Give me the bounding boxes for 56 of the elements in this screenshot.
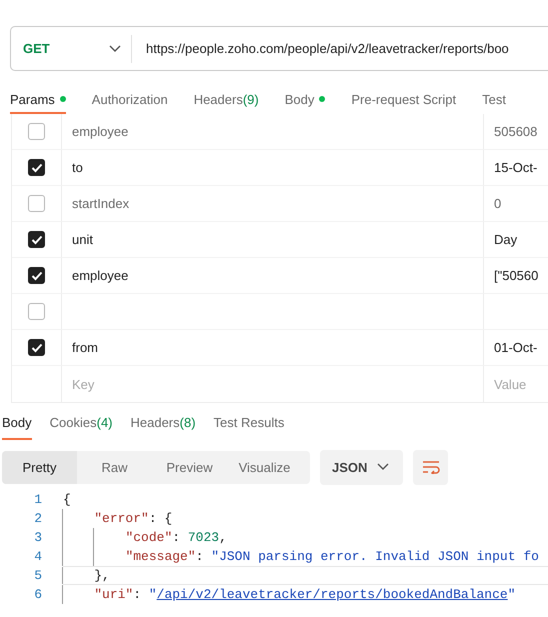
param-value[interactable]: 505608 xyxy=(494,124,538,139)
chevron-down-icon xyxy=(109,44,121,52)
param-key[interactable]: employee xyxy=(72,124,128,139)
line-number: 2 xyxy=(33,510,43,528)
tab[interactable]: Pre-request Script xyxy=(351,86,456,114)
tab[interactable]: Params xyxy=(10,86,66,114)
url-field[interactable]: https://people.zoho.com/people/api/v2/leavetracker/reports/boo xyxy=(132,41,509,56)
view-mode-tab[interactable]: Raw xyxy=(77,450,152,484)
checkbox[interactable] xyxy=(28,267,45,284)
checkbox[interactable] xyxy=(28,339,45,356)
wrap-button[interactable] xyxy=(413,450,448,484)
param-value[interactable]: 01-Oct- xyxy=(494,340,538,355)
tab[interactable]: Body xyxy=(284,86,326,114)
param-value[interactable]: Day xyxy=(494,232,518,247)
param-key[interactable]: unit xyxy=(72,232,93,247)
param-key[interactable]: startIndex xyxy=(72,196,130,211)
checkbox[interactable] xyxy=(28,195,45,212)
code-line: "code": 7023, xyxy=(63,528,548,547)
view-mode-tab[interactable]: Pretty xyxy=(2,450,77,484)
wrap-lines-icon xyxy=(422,460,440,474)
code-line: "error": { xyxy=(63,509,548,528)
view-mode-tab[interactable]: Preview xyxy=(152,450,227,484)
code-line: "uri": "/api/v2/leavetracker/reports/bookedAndBalance" xyxy=(63,585,548,604)
line-number: 6 xyxy=(33,586,43,604)
method-dropdown[interactable]: GET xyxy=(11,34,131,64)
param-value[interactable]: ["50560 xyxy=(494,268,538,283)
param-key[interactable]: from xyxy=(72,340,98,355)
checkbox[interactable] xyxy=(28,159,45,176)
view-mode-tab[interactable]: Visualize xyxy=(227,450,302,484)
code-line: "message": "JSON parsing error. Invalid JSON input fo xyxy=(63,547,548,566)
code-line: }, xyxy=(63,566,548,585)
tab[interactable]: Test Results xyxy=(214,406,284,440)
format-dropdown[interactable]: JSON xyxy=(320,450,403,484)
checkbox[interactable] xyxy=(28,123,45,140)
checkbox[interactable] xyxy=(28,303,45,320)
check-icon xyxy=(30,270,42,280)
line-number: 5 xyxy=(33,567,43,585)
check-icon xyxy=(30,234,42,244)
tab[interactable]: Cookies(4) xyxy=(50,406,112,440)
tab[interactable]: Body xyxy=(2,406,32,440)
check-icon xyxy=(30,342,42,352)
tab[interactable]: Headers(9) xyxy=(194,86,259,114)
tab[interactable]: Headers(8) xyxy=(130,406,196,440)
chevron-down-icon xyxy=(377,463,389,471)
param-value[interactable]: 15-Oct- xyxy=(494,160,538,175)
param-key[interactable]: to xyxy=(72,160,83,175)
checkbox[interactable] xyxy=(28,231,45,248)
line-number: 3 xyxy=(33,529,43,547)
param-key[interactable]: employee xyxy=(72,268,128,283)
tab[interactable]: Authorization xyxy=(92,86,168,114)
line-number: 1 xyxy=(33,491,43,509)
check-icon xyxy=(30,162,42,172)
tab[interactable]: Test xyxy=(482,86,506,114)
param-value[interactable]: 0 xyxy=(494,196,502,211)
line-number: 4 xyxy=(33,548,43,566)
code-line: { xyxy=(63,491,72,509)
